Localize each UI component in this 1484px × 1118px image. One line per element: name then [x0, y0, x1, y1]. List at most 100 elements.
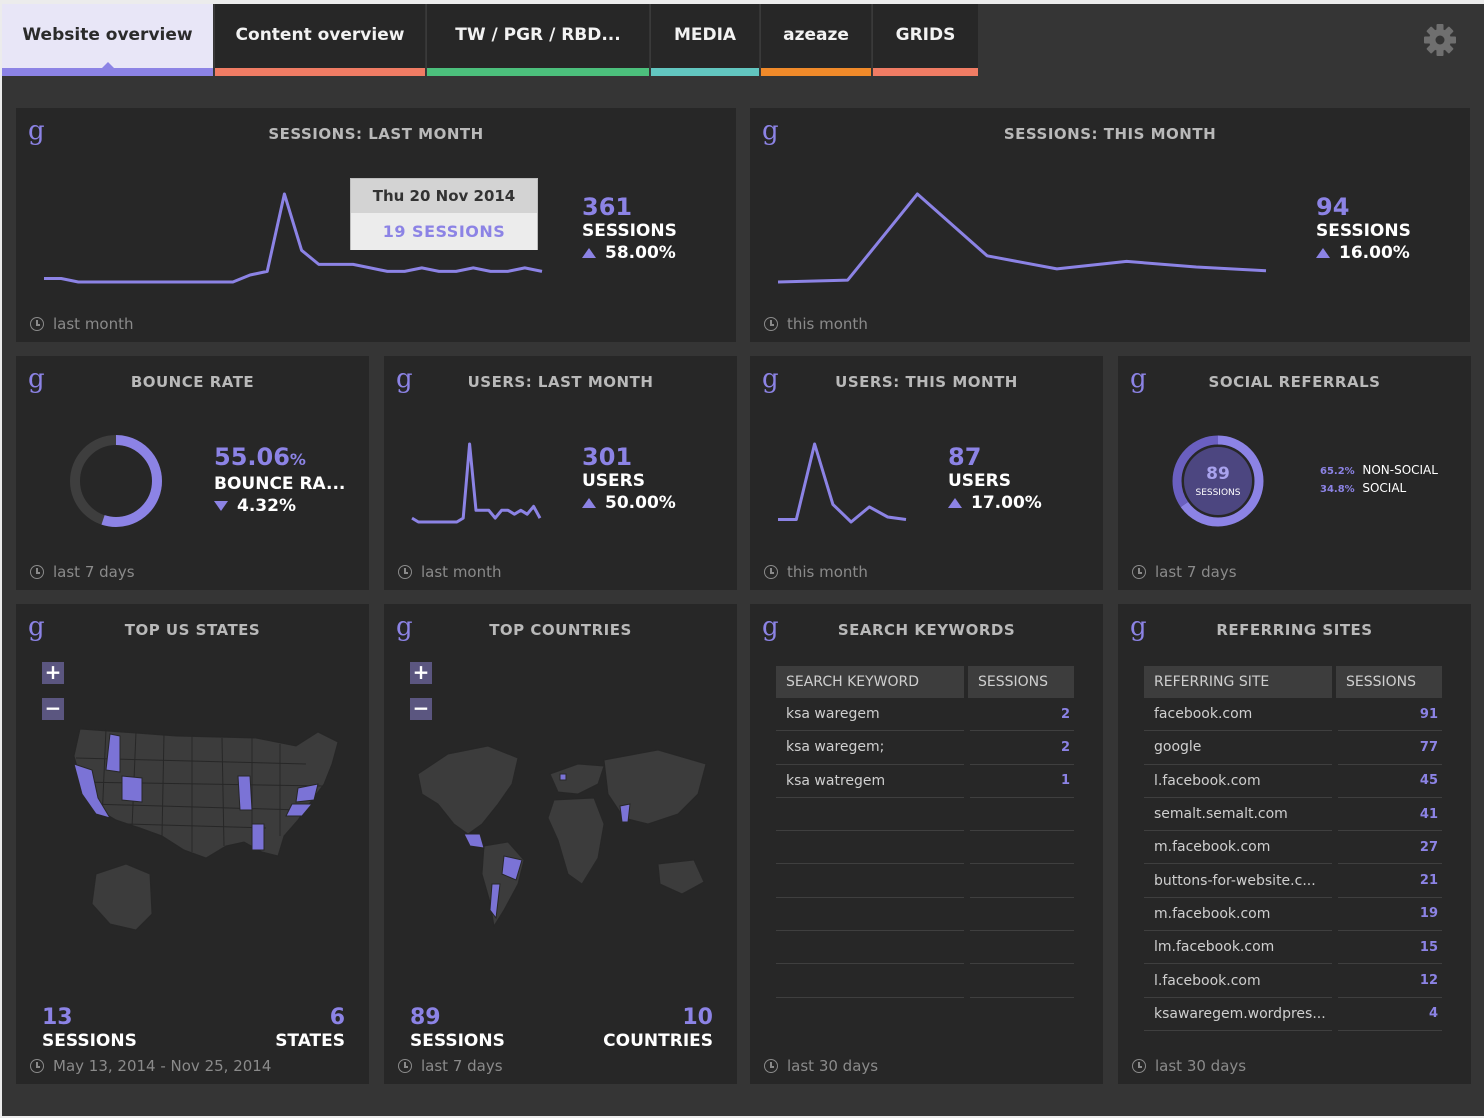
- stat-value-wrap: 55.06%: [214, 444, 345, 473]
- table-row[interactable]: [776, 898, 1074, 932]
- stat-label: SESSIONS: [1316, 221, 1411, 241]
- widget-footer: last 7 days: [30, 563, 135, 581]
- legend-label: SOCIAL: [1362, 481, 1407, 495]
- period-label: this month: [787, 563, 868, 581]
- row-name: [776, 898, 964, 932]
- tab-color-bar: [2, 68, 213, 76]
- table-row[interactable]: [776, 831, 1074, 865]
- tab-media[interactable]: MEDIA: [650, 4, 759, 76]
- table-row[interactable]: ksa waregem; 2: [776, 731, 1074, 765]
- row-name: l.facebook.com: [1144, 964, 1332, 998]
- state-illinois[interactable]: [237, 775, 253, 811]
- stat-label: USERS: [948, 471, 1011, 491]
- widget-footer: last 7 days: [1132, 563, 1237, 581]
- users-this-month-line-chart[interactable]: [772, 438, 912, 528]
- tab-tw-pgr-rbd[interactable]: TW / PGR / RBD...: [426, 4, 649, 76]
- widget-bounce-rate[interactable]: g BOUNCE RATE 55.06% BOUNCE RA... 4.32% …: [16, 356, 369, 590]
- stat-value: 87: [948, 443, 982, 471]
- table-row[interactable]: buttons-for-website.c... 21: [1144, 864, 1442, 898]
- widget-sessions-last-month[interactable]: g SESSIONS: LAST MONTH Thu 20 Nov 2014 1…: [16, 108, 736, 342]
- stat-label: SESSIONS: [582, 221, 677, 241]
- clock-icon: [30, 565, 44, 579]
- zoom-in-button[interactable]: +: [410, 662, 432, 684]
- table-row[interactable]: google 77: [1144, 731, 1442, 765]
- stat-value: 94: [1316, 193, 1350, 221]
- widget-referring-sites[interactable]: g REFERRING SITES REFERRING SITE SESSION…: [1118, 604, 1471, 1084]
- row-value: [970, 898, 1074, 932]
- state-alabama[interactable]: [251, 823, 265, 851]
- tab-website-overview[interactable]: Website overview: [2, 4, 213, 76]
- australia: [657, 859, 705, 895]
- widget-users-this-month[interactable]: g USERS: THIS MONTH 87 USERS 17.00% this…: [750, 356, 1103, 590]
- widget-social-referrals[interactable]: g SOCIAL REFERRALS 89 SESSIONS 65.2% NON…: [1118, 356, 1471, 590]
- row-name: m.facebook.com: [1144, 831, 1332, 865]
- clock-icon: [30, 1059, 44, 1073]
- zoom-out-button[interactable]: −: [410, 698, 432, 720]
- users-last-month-line-chart[interactable]: [406, 438, 546, 528]
- tooltip-value: 19 SESSIONS: [351, 213, 537, 250]
- gear-icon[interactable]: [1422, 22, 1458, 58]
- table-row[interactable]: ksawaregem.wordpres... 4: [1144, 998, 1442, 1031]
- stat-value: 55.06: [214, 443, 290, 471]
- stat-value: 301: [582, 443, 633, 471]
- table-row[interactable]: ksa watregem 1: [776, 765, 1074, 798]
- stat-block: 94 SESSIONS 16.00%: [1316, 194, 1411, 264]
- tab-label: Website overview: [22, 25, 193, 45]
- tab-color-bar: [651, 68, 759, 76]
- period-label: last 7 days: [53, 563, 135, 581]
- country-belgium[interactable]: [559, 773, 567, 781]
- row-name: lm.facebook.com: [1144, 931, 1332, 965]
- up-triangle-icon: [582, 498, 596, 508]
- tab-grids[interactable]: GRIDS: [872, 4, 978, 76]
- table-row[interactable]: lm.facebook.com 15: [1144, 931, 1442, 965]
- delta-value: 50.00%: [605, 493, 676, 513]
- zoom-in-button[interactable]: +: [42, 662, 64, 684]
- tab-content-overview[interactable]: Content overview: [214, 4, 425, 76]
- clock-icon: [764, 565, 778, 579]
- widget-search-keywords[interactable]: g SEARCH KEYWORDS SEARCH KEYWORD SESSION…: [750, 604, 1103, 1084]
- table-row[interactable]: m.facebook.com 27: [1144, 831, 1442, 865]
- stat-delta: 50.00%: [582, 492, 676, 514]
- row-value: 2: [970, 698, 1074, 732]
- tab-color-bar: [761, 68, 871, 76]
- row-value: 12: [1338, 964, 1442, 998]
- state-utah[interactable]: [121, 775, 143, 803]
- table-row[interactable]: l.facebook.com 12: [1144, 964, 1442, 998]
- widget-top-countries[interactable]: g TOP COUNTRIES + − 89 SESSIONS 10 COUNT…: [384, 604, 737, 1084]
- widget-users-last-month[interactable]: g USERS: LAST MONTH 301 USERS 50.00% las…: [384, 356, 737, 590]
- table-row[interactable]: facebook.com 91: [1144, 698, 1442, 732]
- table-row[interactable]: m.facebook.com 19: [1144, 898, 1442, 932]
- column-header-sessions[interactable]: SESSIONS: [968, 666, 1074, 698]
- table-row[interactable]: ksa waregem 2: [776, 698, 1074, 732]
- country-mexico[interactable]: [463, 833, 485, 849]
- row-value: [970, 964, 1074, 998]
- table-row[interactable]: [776, 864, 1074, 898]
- tab-azeaze[interactable]: azeaze: [760, 4, 871, 76]
- row-name: [776, 864, 964, 898]
- world-map[interactable]: [408, 734, 718, 944]
- widget-sessions-this-month[interactable]: g SESSIONS: THIS MONTH 94 SESSIONS 16.00…: [750, 108, 1470, 342]
- column-header-sessions[interactable]: SESSIONS: [1336, 666, 1442, 698]
- column-header-site[interactable]: REFERRING SITE: [1144, 666, 1332, 698]
- sessions-stat: 13 SESSIONS: [42, 1006, 137, 1052]
- referring-sites-table: REFERRING SITE SESSIONS facebook.com 91 go…: [1144, 666, 1442, 1031]
- column-header-keyword[interactable]: SEARCH KEYWORD: [776, 666, 964, 698]
- sessions-this-month-line-chart[interactable]: [772, 188, 1272, 288]
- us-states-map[interactable]: [66, 724, 346, 944]
- widget-title: SEARCH KEYWORDS: [837, 621, 1016, 639]
- table-row[interactable]: l.facebook.com 45: [1144, 765, 1442, 798]
- widget-footer: this month: [764, 315, 868, 333]
- clock-icon: [398, 565, 412, 579]
- row-name: l.facebook.com: [1144, 765, 1332, 798]
- table-row[interactable]: [776, 798, 1074, 832]
- social-referrals-donut[interactable]: 89 SESSIONS: [1168, 431, 1268, 531]
- table-row[interactable]: [776, 931, 1074, 965]
- zoom-out-button[interactable]: −: [42, 698, 64, 720]
- country-india[interactable]: [619, 803, 631, 823]
- countries-stat: 10 COUNTRIES: [603, 1006, 713, 1052]
- states-stat: 6 STATES: [275, 1006, 345, 1052]
- table-row[interactable]: [776, 964, 1074, 998]
- table-row[interactable]: semalt.semalt.com 41: [1144, 798, 1442, 832]
- widget-top-us-states[interactable]: g TOP US STATES + − 13 SESSIONS 6 STATES: [16, 604, 369, 1084]
- row-value: 77: [1338, 731, 1442, 765]
